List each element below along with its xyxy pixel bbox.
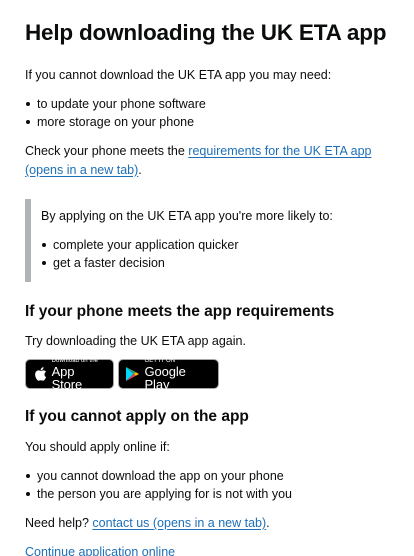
apple-icon <box>32 365 48 383</box>
google-play-small-label: GET IT ON <box>144 357 176 364</box>
app-store-small-label: Download on the <box>51 357 99 364</box>
inset-lead: By applying on the UK ETA app you're mor… <box>41 208 333 223</box>
continue-application-link[interactable]: Continue application online <box>25 545 175 556</box>
store-badges: Download on the App Store GET IT ON Goog… <box>25 358 389 391</box>
requirements-suffix: . <box>138 162 142 177</box>
app-store-text: Download on the App Store <box>52 358 107 391</box>
google-play-icon <box>125 365 140 383</box>
list-item: the person you are applying for is not w… <box>25 485 389 503</box>
google-play-text: GET IT ON Google Play <box>144 358 212 391</box>
continue-paragraph: Continue application online <box>25 543 389 556</box>
reasons-list: you cannot download the app on your phon… <box>25 467 389 503</box>
page-title: Help downloading the UK ETA app <box>25 20 387 45</box>
google-play-button[interactable]: GET IT ON Google Play <box>118 358 219 391</box>
needs-list: to update your phone software more stora… <box>25 95 389 131</box>
app-store-button[interactable]: Download on the App Store <box>25 358 114 391</box>
meets-requirements-heading: If your phone meets the app requirements <box>25 302 335 320</box>
intro-text: If you cannot download the UK ETA app yo… <box>25 68 332 82</box>
need-help-prefix: Need help? <box>25 515 93 530</box>
contact-us-link[interactable]: contact us (opens in a new tab) <box>92 516 266 530</box>
inset-text: By applying on the UK ETA app you're mor… <box>25 198 389 282</box>
google-play-label: Google Play <box>144 363 186 392</box>
cannot-apply-heading: If you cannot apply on the app <box>25 408 249 426</box>
list-item: complete your application quicker <box>41 236 389 254</box>
need-help-paragraph: Need help? contact us (opens in a new ta… <box>25 514 389 532</box>
app-store-label: App Store <box>51 363 83 392</box>
requirements-paragraph: Check your phone meets the requirements … <box>25 142 389 178</box>
page: Help downloading the UK ETA app If you c… <box>0 0 414 556</box>
list-item: more storage on your phone <box>25 113 389 131</box>
list-item: you cannot download the app on your phon… <box>25 467 389 485</box>
requirements-prefix: Check your phone meets the <box>25 144 189 159</box>
apply-online-text: You should apply online if: <box>25 439 170 454</box>
try-again-text: Try downloading the UK ETA app again. <box>25 334 246 348</box>
list-item: to update your phone software <box>25 95 389 113</box>
list-item: get a faster decision <box>41 254 389 272</box>
benefits-list: complete your application quicker get a … <box>41 236 389 272</box>
need-help-suffix: . <box>266 515 270 530</box>
